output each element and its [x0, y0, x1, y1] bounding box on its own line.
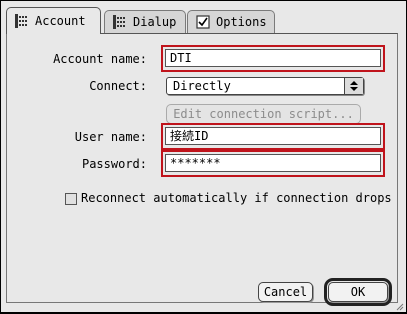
edit-connection-script-button[interactable]: Edit connection script...	[166, 104, 361, 124]
account-icon	[15, 14, 29, 28]
tab-dialup[interactable]: Dialup	[104, 10, 186, 33]
user-name-label: User name:	[74, 130, 147, 144]
account-name-label: Account name:	[53, 52, 147, 66]
user-name-field[interactable]: 接続ID	[165, 127, 381, 145]
connect-popup[interactable]: Directly	[166, 77, 364, 95]
popup-arrows-icon	[344, 78, 363, 94]
cancel-button[interactable]: Cancel	[258, 282, 313, 302]
checkbox-icon	[196, 15, 210, 29]
reconnect-label: Reconnect automatically if connection dr…	[81, 191, 392, 205]
tab-account[interactable]: Account	[6, 7, 101, 34]
dialup-icon	[113, 15, 127, 29]
connect-popup-value: Directly	[173, 79, 231, 93]
dialog-window: Account Dialup Options Account name: DTI…	[0, 0, 407, 313]
reconnect-checkbox[interactable]	[65, 193, 77, 205]
ok-button[interactable]: OK	[324, 278, 392, 306]
tab-options-label: Options	[216, 15, 267, 29]
tab-options[interactable]: Options	[187, 10, 275, 33]
account-name-field[interactable]: DTI	[165, 49, 381, 67]
resize-grip-icon[interactable]	[394, 300, 404, 311]
tab-account-label: Account	[35, 14, 86, 28]
tab-dialup-label: Dialup	[133, 15, 177, 29]
connect-label: Connect:	[89, 79, 147, 93]
password-label: Password:	[81, 157, 147, 171]
password-field[interactable]: *******	[165, 154, 381, 172]
